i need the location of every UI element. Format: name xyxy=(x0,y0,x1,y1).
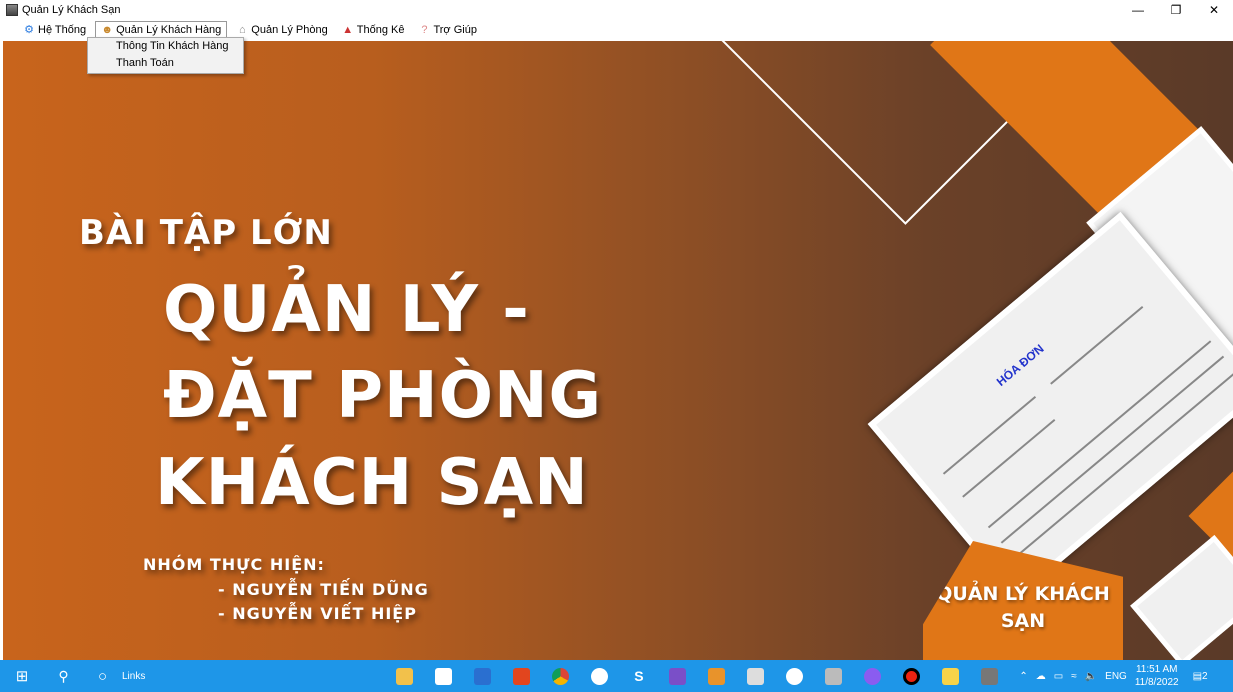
network-app-icon[interactable] xyxy=(736,660,775,692)
member-2: - NGUYỄN VIẾT HIỆP xyxy=(218,604,417,623)
cortana-icon[interactable]: ○ xyxy=(83,660,122,692)
splash-background: HÓA ĐƠN QUẢN LÝ KHÁCH SẠN BÀI TẬP LỚN QU… xyxy=(3,41,1233,660)
messenger-icon[interactable] xyxy=(853,660,892,692)
minimize-button[interactable]: — xyxy=(1119,0,1157,20)
form-title: HÓA ĐƠN xyxy=(993,341,1047,389)
volume-icon[interactable]: 🔈 xyxy=(1085,671,1097,682)
home-icon: ⌂ xyxy=(238,24,246,36)
badge-quan-ly-khach-san: QUẢN LÝ KHÁCH SẠN xyxy=(923,541,1123,660)
notification-count: 2 xyxy=(1202,670,1208,682)
office-icon[interactable] xyxy=(502,660,541,692)
system-tray: ⌃ ☁ ▭ ≈ 🔈 ENG xyxy=(1019,671,1126,682)
start-button[interactable]: ⊞ xyxy=(0,660,44,692)
clock[interactable]: 11:51 AM 11/8/2022 xyxy=(1135,663,1179,689)
menu-tro-giup[interactable]: ? Trợ Giúp xyxy=(413,21,481,39)
clock-time: 11:51 AM xyxy=(1135,664,1178,675)
gear-icon: ⚙ xyxy=(24,24,34,36)
clock-date: 11/8/2022 xyxy=(1134,677,1179,688)
team-label: NHÓM THỰC HIỆN: xyxy=(143,555,325,574)
taskbar: ⊞ ⚲ ○ Links S ⌃ ☁ ▭ ≈ 🔈 ENG 11:51 AM 11/… xyxy=(0,660,1233,692)
bus-app-icon[interactable] xyxy=(697,660,736,692)
chart-icon: ▲ xyxy=(342,24,354,36)
menu-thong-ke[interactable]: ▲ Thống Kê xyxy=(337,21,410,39)
battery-icon[interactable]: ▭ xyxy=(1054,671,1063,682)
menu-item-thong-tin-khach-hang[interactable]: Thông Tin Khách Hàng xyxy=(88,38,243,55)
mail-icon[interactable] xyxy=(463,660,502,692)
window-title: Quản Lý Khách Sạn xyxy=(22,4,121,16)
dropdown-menu: Thông Tin Khách Hàng Thanh Toán xyxy=(87,37,244,74)
restore-button[interactable]: ❐ xyxy=(1157,0,1195,20)
app-icon xyxy=(6,4,18,16)
app-icon-circle[interactable] xyxy=(580,660,619,692)
menu-item-thanh-toan[interactable]: Thanh Toán xyxy=(88,55,243,72)
menu-quan-ly-phong[interactable]: ⌂ Quản Lý Phòng xyxy=(231,21,332,39)
member-1: - NGUYỄN TIẾN DŨNG xyxy=(218,580,429,599)
title-bar: Quản Lý Khách Sạn — ❐ ✕ xyxy=(0,0,1233,20)
wifi-icon[interactable]: ≈ xyxy=(1071,671,1077,682)
notifications-button[interactable]: ▤2 xyxy=(1193,671,1208,682)
menu-he-thong[interactable]: ⚙ Hệ Thống xyxy=(18,21,91,39)
zalo-icon[interactable] xyxy=(775,660,814,692)
file-explorer-icon[interactable] xyxy=(385,660,424,692)
slide-title-line3: KHÁCH SẠN xyxy=(155,446,589,520)
slide-title-line1: QUẢN LÝ - xyxy=(163,273,530,347)
store-icon[interactable] xyxy=(424,660,463,692)
hotel-app-icon[interactable] xyxy=(970,660,1009,692)
close-button[interactable]: ✕ xyxy=(1195,0,1233,20)
slide-subtitle: BÀI TẬP LỚN xyxy=(79,213,333,253)
slide-title-line2: ĐẶT PHÒNG xyxy=(163,359,603,433)
decor-window-bottom xyxy=(1130,535,1233,660)
database-icon[interactable] xyxy=(814,660,853,692)
menu-label: Trợ Giúp xyxy=(433,24,477,36)
users-icon: ☻ xyxy=(101,24,113,36)
taskbar-search-text[interactable]: Links xyxy=(122,671,145,682)
menu-label: Thống Kê xyxy=(356,24,405,36)
record-icon[interactable] xyxy=(892,660,931,692)
onedrive-icon[interactable]: ☁ xyxy=(1036,671,1046,682)
menu-label: Quản Lý Phòng xyxy=(251,24,328,36)
language-indicator[interactable]: ENG xyxy=(1105,671,1127,682)
help-icon: ? xyxy=(421,24,428,36)
chrome-icon[interactable] xyxy=(541,660,580,692)
search-icon[interactable]: ⚲ xyxy=(44,660,83,692)
menu-label: Quản Lý Khách Hàng xyxy=(116,24,222,36)
visual-studio-icon[interactable] xyxy=(658,660,697,692)
menu-label: Hệ Thống xyxy=(38,24,87,36)
sticky-notes-icon[interactable] xyxy=(931,660,970,692)
skype-icon[interactable]: S xyxy=(619,660,658,692)
chevron-up-icon[interactable]: ⌃ xyxy=(1019,671,1027,682)
